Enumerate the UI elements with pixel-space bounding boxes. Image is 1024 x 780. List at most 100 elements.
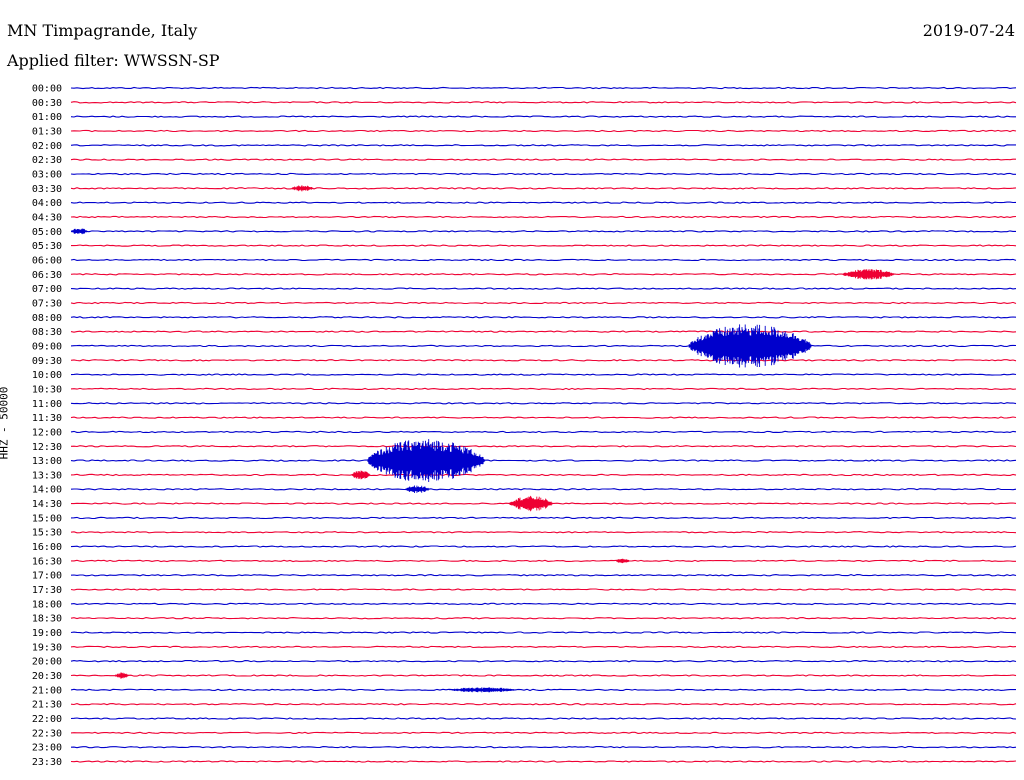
row-label: 13:30: [32, 470, 62, 481]
row-label: 04:00: [32, 198, 62, 209]
row-label: 16:30: [32, 556, 62, 567]
row-label: 05:00: [32, 227, 62, 238]
row-label: 07:30: [32, 298, 62, 309]
trace-row: [70, 430, 1017, 434]
row-label: 03:30: [32, 184, 62, 195]
trace-row: [70, 373, 1017, 376]
seismic-event: [509, 495, 553, 512]
row-label: 11:00: [32, 399, 62, 410]
row-label: 06:30: [32, 270, 62, 281]
seismic-event: [616, 558, 630, 564]
row-label: 21:00: [32, 685, 62, 696]
trace-row: [70, 731, 1017, 734]
trace-row: [70, 172, 1016, 176]
row-label: 05:30: [32, 241, 62, 252]
row-label: 08:30: [32, 327, 62, 338]
trace-row: [70, 545, 1017, 548]
trace-row: [70, 459, 1017, 462]
trace-row: [70, 760, 1017, 763]
trace-row: [70, 144, 1016, 147]
row-label: 01:00: [32, 112, 62, 123]
row-label: 07:00: [32, 284, 62, 295]
trace-row: [70, 617, 1017, 620]
row-label: 23:30: [32, 757, 62, 768]
trace-row: [70, 660, 1017, 663]
row-label: 18:00: [32, 599, 62, 610]
trace-row: [70, 588, 1017, 591]
trace-row: [70, 287, 1017, 290]
row-label: 19:30: [32, 642, 62, 653]
trace-row: [70, 488, 1017, 491]
row-label: 14:00: [32, 485, 62, 496]
trace-row: [70, 86, 1017, 90]
seismic-event: [843, 269, 896, 280]
trace-row: [71, 559, 1016, 563]
trace-row: [70, 688, 1017, 692]
row-label: 19:00: [32, 628, 62, 639]
trace-row: [70, 645, 1017, 649]
row-labels: 00:00 00:30 01:00 01:30 02:00 02:30 03:00 03:30…: [32, 84, 62, 769]
row-label: 04:30: [32, 212, 62, 223]
trace-row: [70, 473, 1017, 477]
trace-row: [70, 631, 1017, 634]
row-label: 08:00: [32, 313, 62, 324]
row-label: 20:00: [32, 657, 62, 668]
trace-row: [70, 717, 1017, 720]
row-label: 22:30: [32, 728, 62, 739]
row-label: 16:00: [32, 542, 62, 553]
row-label: 02:00: [32, 141, 62, 152]
trace-row: [70, 215, 1017, 219]
row-label: 00:30: [32, 98, 62, 109]
row-label: 02:30: [32, 155, 62, 166]
row-label: 10:00: [32, 370, 62, 381]
trace-row: [70, 230, 1016, 233]
trace-row: [70, 416, 1017, 419]
trace-row: [71, 244, 1017, 247]
trace-row: [70, 187, 1017, 190]
row-label: 10:30: [32, 384, 62, 395]
seismic-event: [115, 672, 130, 679]
row-label: 12:00: [32, 427, 62, 438]
trace-row: [70, 115, 1016, 118]
trace-row: [70, 574, 1017, 577]
trace-row: [70, 359, 1017, 362]
trace-row: [70, 301, 1017, 305]
trace-row: [70, 674, 1017, 677]
row-label: 22:00: [32, 714, 62, 725]
trace-row: [70, 402, 1017, 405]
row-label: 13:00: [32, 456, 62, 467]
trace-row: [70, 516, 1017, 520]
row-label: 18:30: [32, 614, 62, 625]
row-label: 14:30: [32, 499, 62, 510]
trace-row: [70, 602, 1017, 606]
trace-row: [70, 201, 1017, 204]
trace-row: [70, 344, 1017, 348]
seismic-event: [405, 485, 430, 493]
trace-row: [70, 746, 1017, 749]
traces: [70, 86, 1017, 763]
seismic-event: [449, 687, 518, 693]
trace-row: [70, 258, 1017, 262]
trace-row: [70, 316, 1017, 319]
trace-row: [70, 158, 1016, 161]
row-label: 00:00: [32, 84, 62, 95]
row-label: 03:00: [32, 169, 62, 180]
row-label: 15:30: [32, 528, 62, 539]
row-label: 01:30: [32, 126, 62, 137]
row-label: 17:30: [32, 585, 62, 596]
row-label: 09:00: [32, 341, 62, 352]
seismogram-plot: 00:00 00:30 01:00 01:30 02:00 02:30 03:00 03:30…: [32, 84, 1017, 769]
trace-row: [70, 445, 1017, 448]
trace-row: [70, 101, 1017, 104]
trace-row: [70, 387, 1017, 391]
trace-row: [70, 703, 1017, 706]
row-label: 09:30: [32, 356, 62, 367]
seismic-event: [351, 470, 371, 480]
row-label: 15:00: [32, 513, 62, 524]
row-label: 17:00: [32, 571, 62, 582]
row-label: 23:00: [32, 743, 62, 754]
row-label: 12:30: [32, 442, 62, 453]
trace-row: [70, 330, 1017, 333]
row-label: 06:00: [32, 255, 62, 266]
trace-row: [70, 129, 1017, 133]
